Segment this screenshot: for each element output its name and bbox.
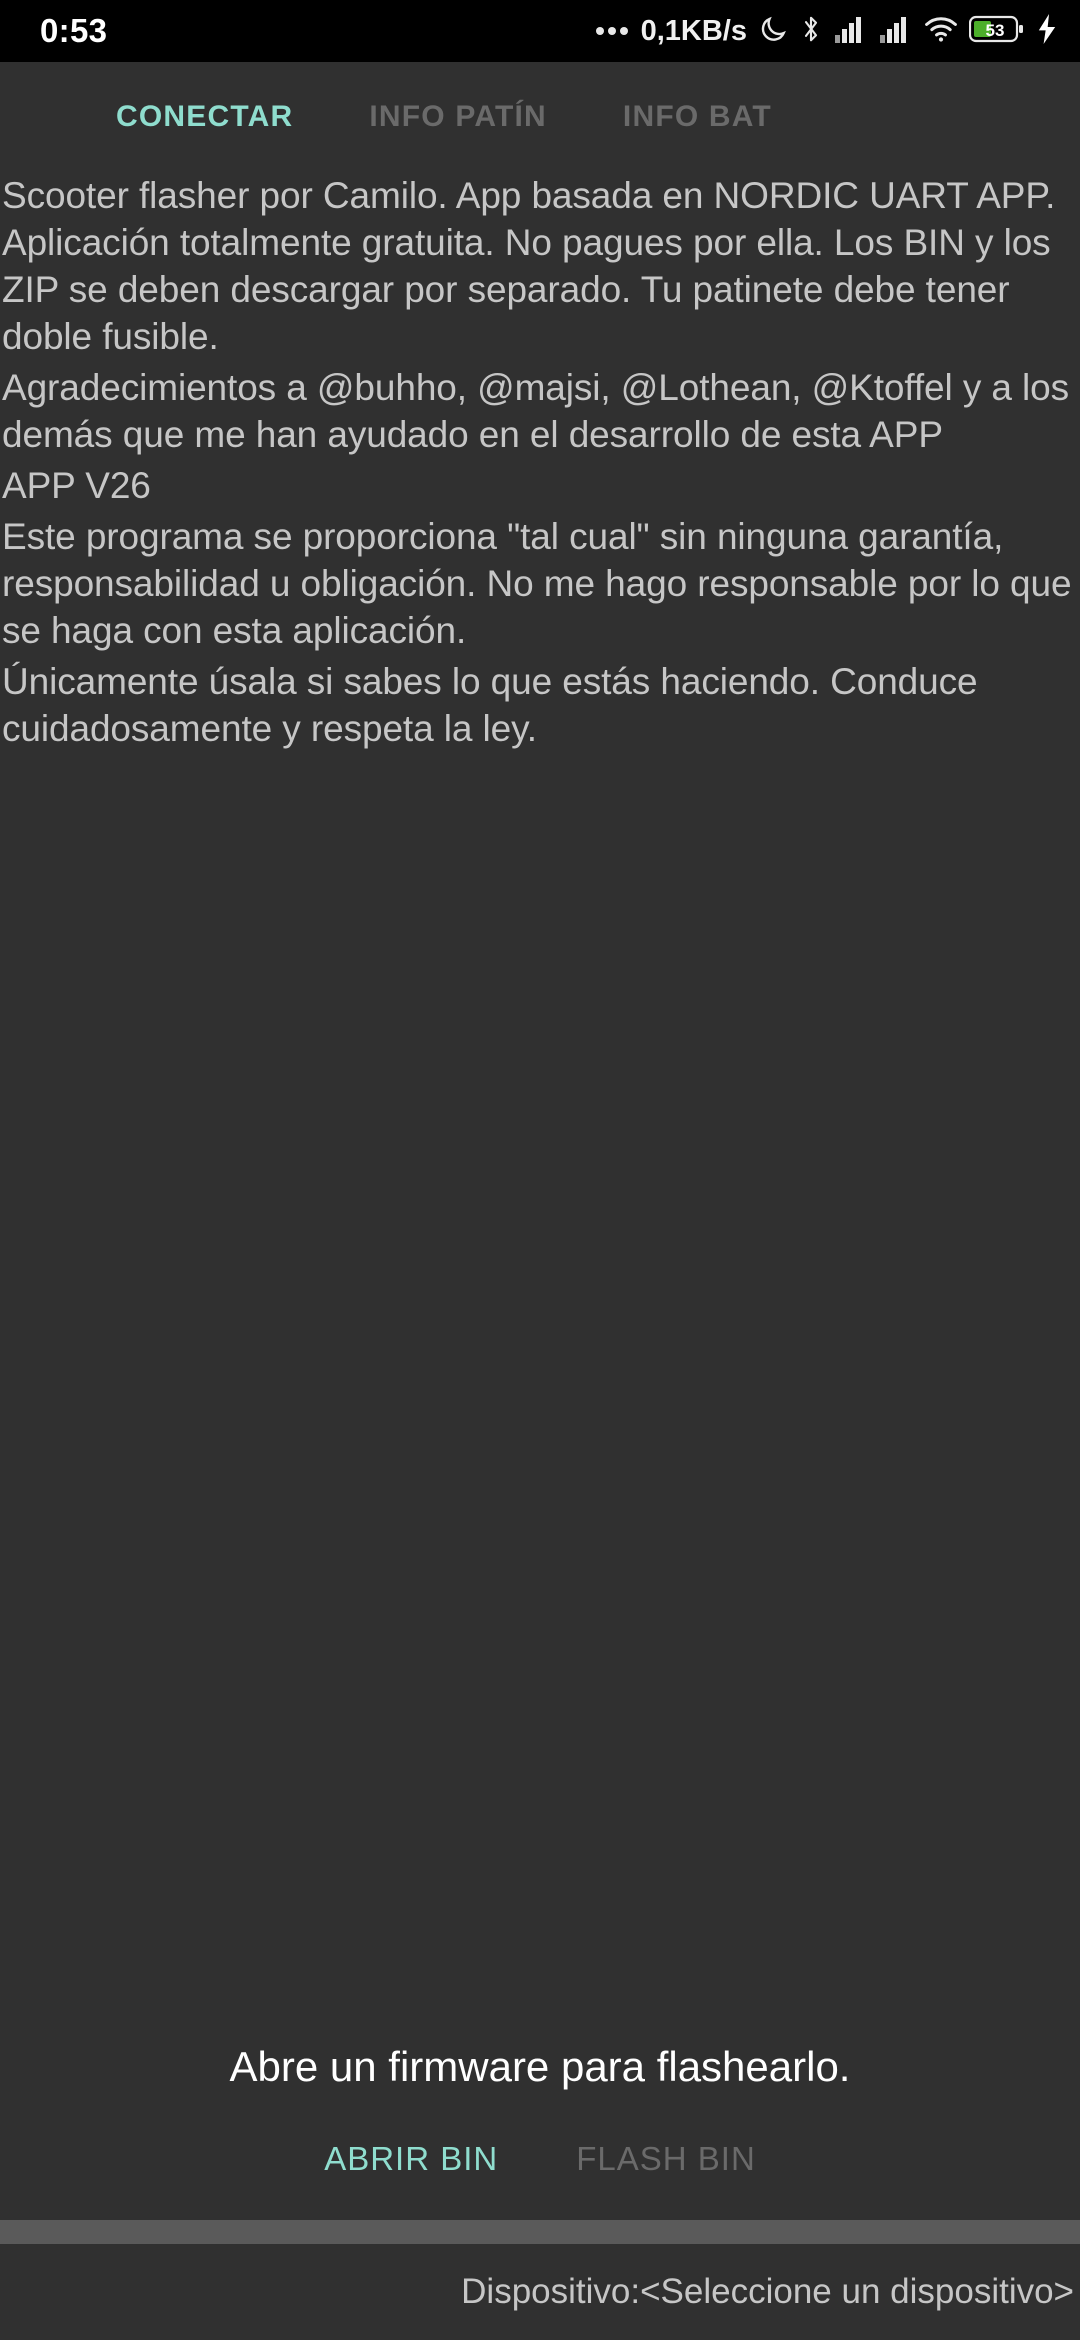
wifi-icon bbox=[924, 15, 958, 48]
moon-do-not-disturb-icon bbox=[758, 14, 788, 49]
battery-level-text: 53 bbox=[986, 21, 1005, 40]
status-bar: 0:53 0,1KB/s 53 bbox=[0, 0, 1080, 62]
app-screen: 0:53 0,1KB/s 53 CONECTAR INFO PATÍN INFO… bbox=[0, 0, 1080, 2340]
status-bar-icons: 0,1KB/s 53 bbox=[595, 13, 1058, 49]
more-dots-icon bbox=[595, 27, 628, 35]
progress-divider-bar bbox=[0, 2220, 1080, 2244]
charging-bolt-icon bbox=[1036, 13, 1058, 49]
battery-icon: 53 bbox=[968, 14, 1025, 49]
about-paragraph-credits: Agradecimientos a @buhho, @majsi, @Lothe… bbox=[2, 367, 1070, 455]
cellular-signal-icon bbox=[879, 15, 913, 48]
status-bar-clock: 0:53 bbox=[40, 12, 108, 49]
about-paragraph-safety: Únicamente úsala si sabes lo que estás h… bbox=[2, 661, 978, 749]
network-speed-label: 0,1KB/s bbox=[640, 14, 747, 47]
cellular-signal-icon bbox=[834, 15, 868, 48]
flash-bin-button: FLASH BIN bbox=[576, 2140, 756, 2177]
about-paragraph-intro: Scooter flasher por Camilo. App basada e… bbox=[2, 175, 1056, 357]
flash-section: Abre un firmware para flashearlo. ABRIR … bbox=[0, 2042, 1080, 2220]
tab-info-bat[interactable]: INFO BAT bbox=[623, 100, 772, 134]
flash-button-row: ABRIR BIN FLASH BIN bbox=[324, 2140, 756, 2178]
open-bin-button[interactable]: ABRIR BIN bbox=[324, 2140, 498, 2178]
about-paragraph-disclaimer: Este programa se proporciona "tal cual" … bbox=[2, 516, 1072, 651]
bluetooth-icon bbox=[799, 14, 823, 49]
bottom-bar: Dispositivo:<Seleccione un dispositivo> bbox=[0, 2244, 1080, 2340]
about-paragraph-version: APP V26 bbox=[2, 465, 151, 506]
flash-status-message: Abre un firmware para flashearlo. bbox=[229, 2043, 851, 2090]
main-content: Scooter flasher por Camilo. App basada e… bbox=[0, 172, 1080, 2220]
about-text-block: Scooter flasher por Camilo. App basada e… bbox=[0, 172, 1080, 756]
tab-info-patin[interactable]: INFO PATÍN bbox=[369, 100, 547, 134]
device-selection-label[interactable]: Dispositivo:<Seleccione un dispositivo> bbox=[461, 2272, 1074, 2312]
tab-bar: CONECTAR INFO PATÍN INFO BAT bbox=[0, 62, 1080, 172]
tab-conectar[interactable]: CONECTAR bbox=[116, 100, 293, 134]
